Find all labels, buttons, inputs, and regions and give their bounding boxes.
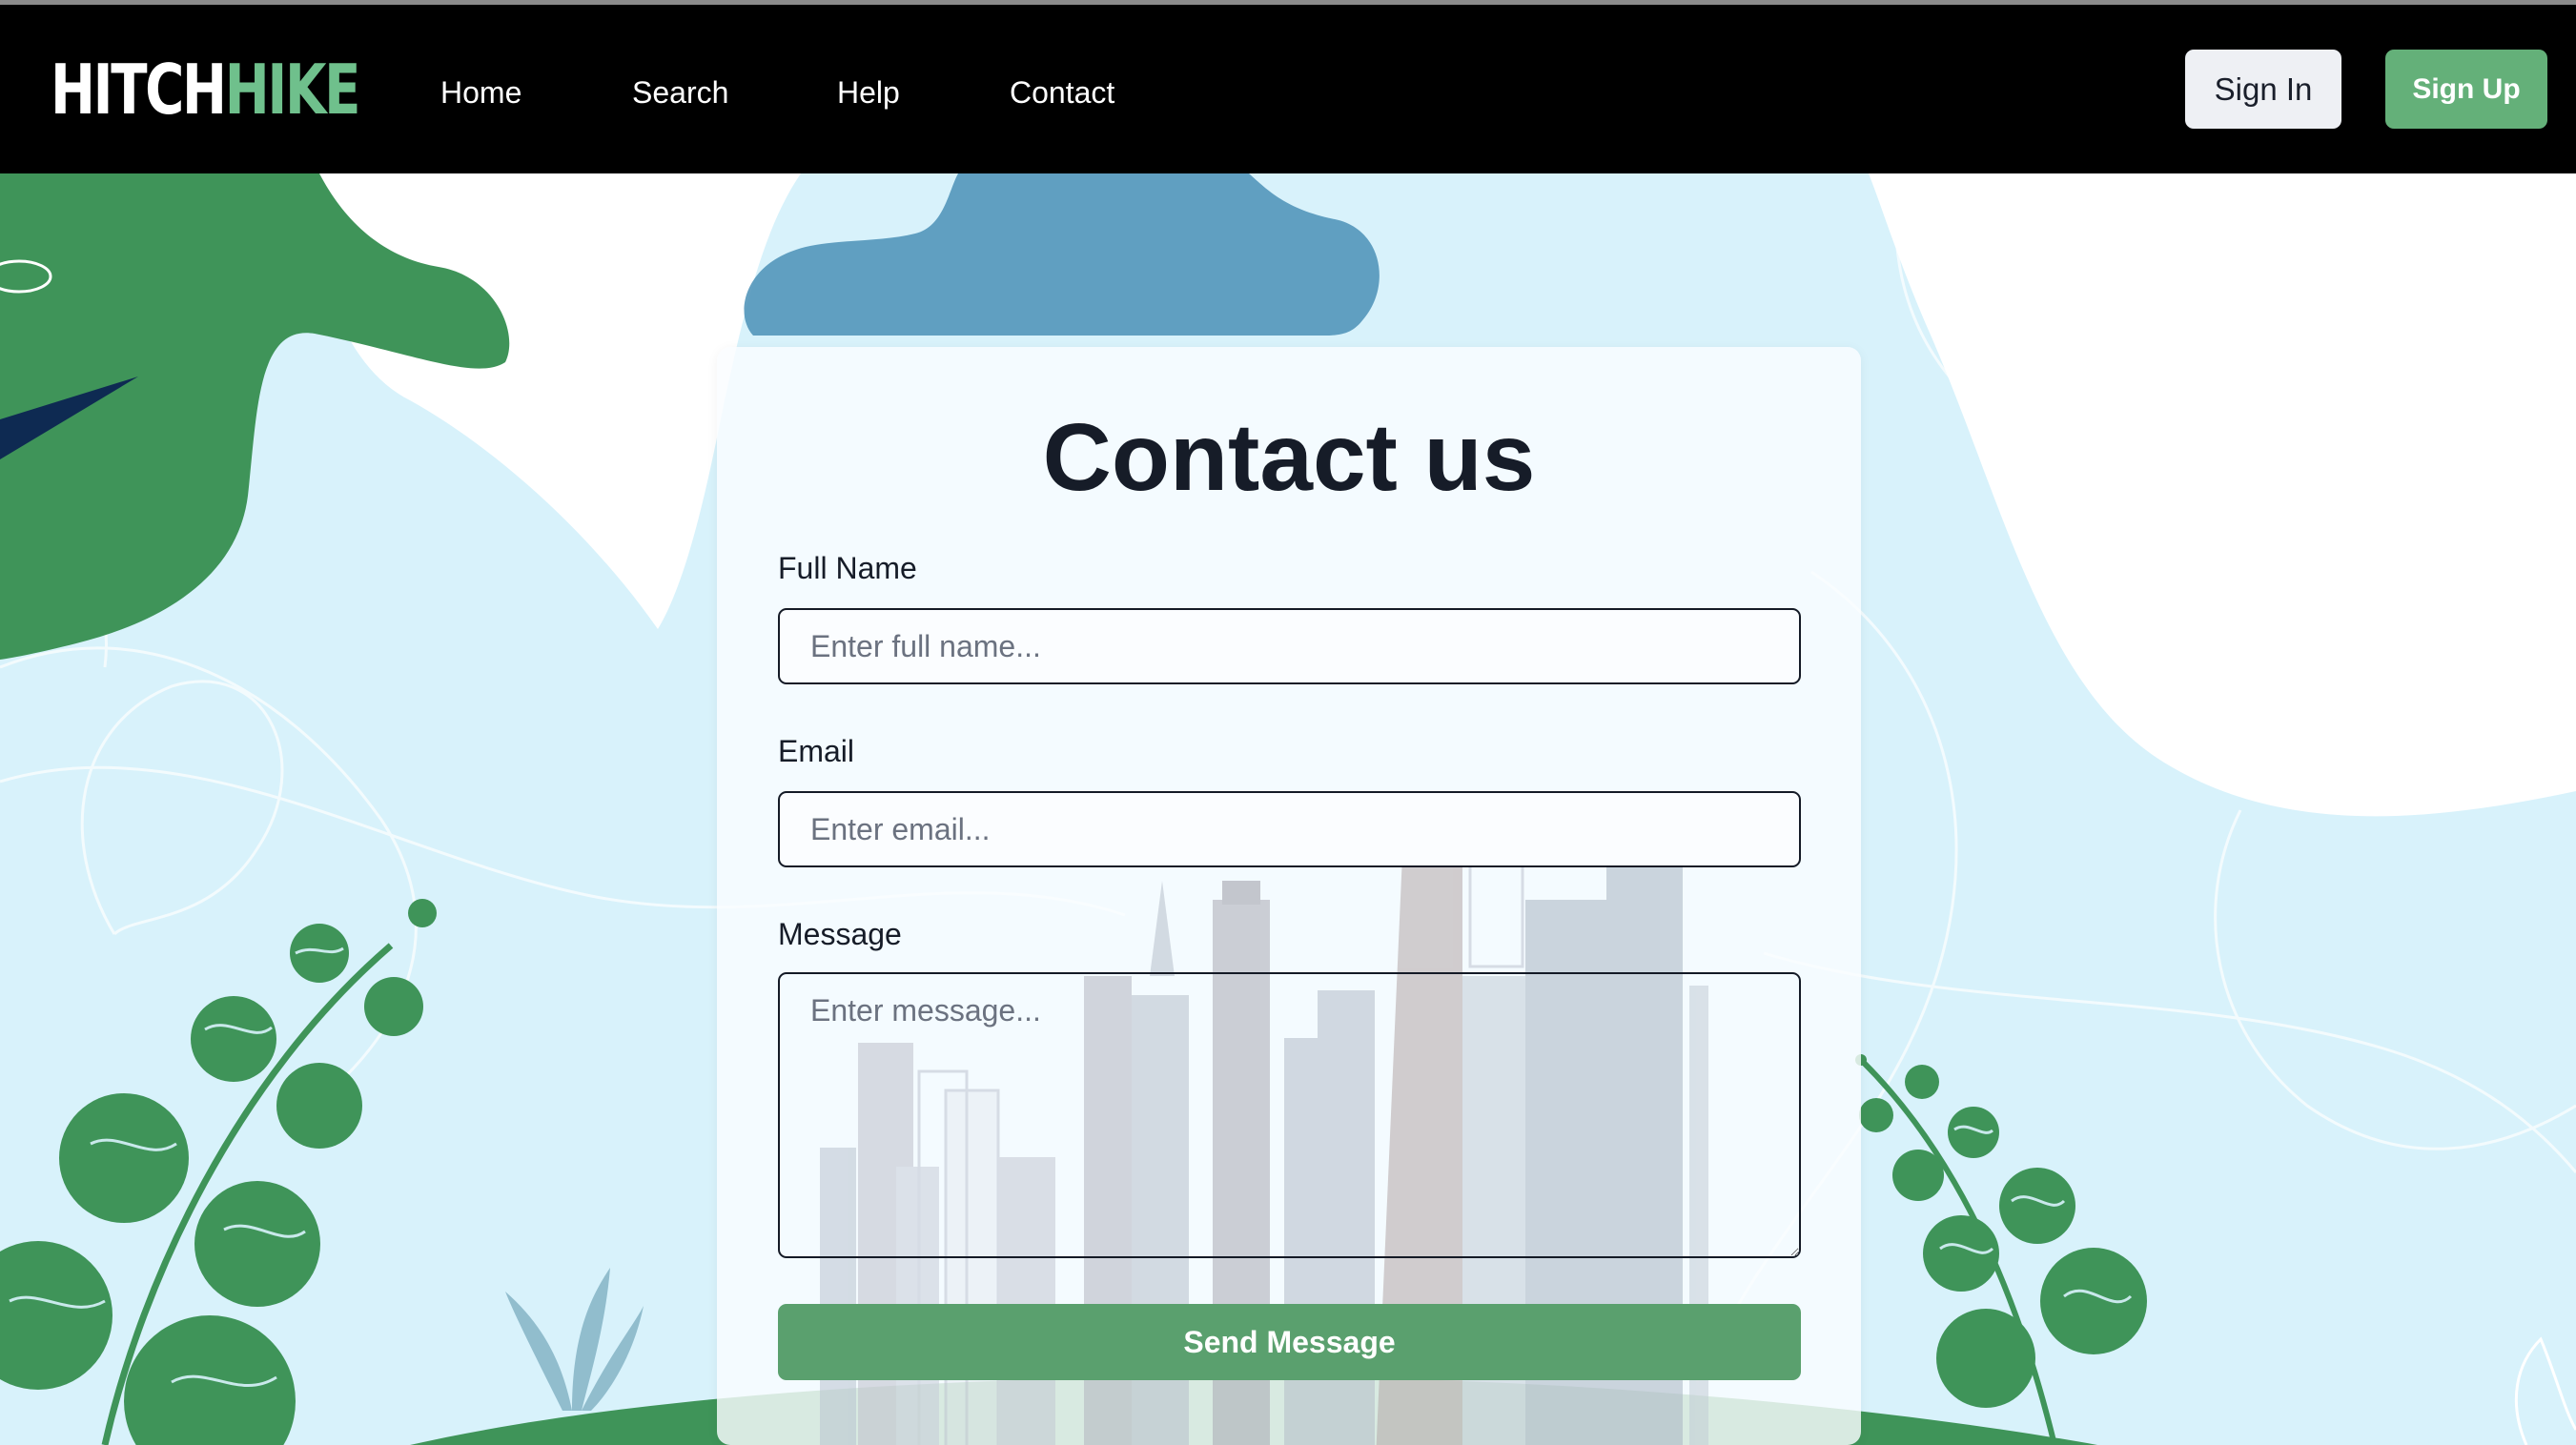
sign-in-button[interactable]: Sign In: [2185, 50, 2341, 129]
background-cloud: [744, 173, 1380, 336]
contact-card: Contact us Full Name Email Message Send …: [717, 347, 1861, 1445]
nav-link-home[interactable]: Home: [440, 71, 521, 113]
message-label: Message: [778, 917, 902, 951]
page-title: Contact us: [1042, 404, 1536, 511]
brand-logo[interactable]: HITCHHIKE: [51, 49, 361, 131]
background-plant-left: [0, 899, 437, 1445]
full-name-label: Full Name: [778, 551, 917, 585]
background-outline-sketch: [2514, 1336, 2576, 1445]
brand-logo-part1: HITCH: [51, 50, 227, 130]
email-input[interactable]: [778, 791, 1801, 867]
background-plant-right: [1855, 1054, 2147, 1445]
full-name-input[interactable]: [778, 608, 1801, 684]
brand-logo-part2: HIKE: [224, 50, 361, 130]
send-message-button[interactable]: Send Message: [778, 1304, 1801, 1380]
nav-link-contact[interactable]: Contact: [1010, 71, 1114, 113]
background-grass-tuft: [505, 1268, 644, 1411]
navbar: HITCHHIKE Home Search Help Contact Sign …: [0, 5, 2576, 173]
message-textarea[interactable]: [778, 972, 1801, 1258]
nav-link-help[interactable]: Help: [837, 71, 900, 113]
email-label: Email: [778, 734, 855, 768]
sign-up-button[interactable]: Sign Up: [2385, 50, 2547, 129]
nav-link-search[interactable]: Search: [632, 71, 728, 113]
